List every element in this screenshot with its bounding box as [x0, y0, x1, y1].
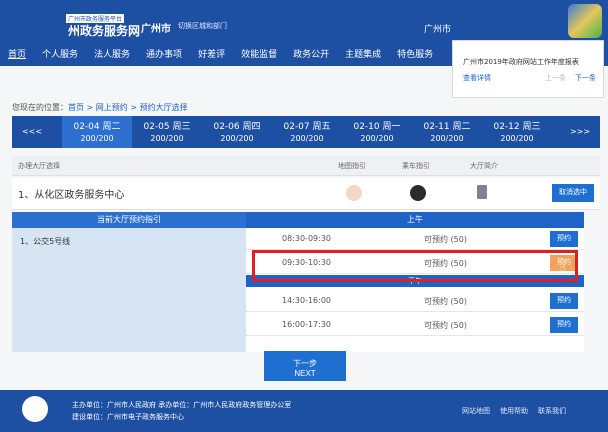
hall-name: 1、从化区政务服务中心 [18, 190, 125, 201]
date-cell[interactable]: 02-10 周一 200/200 [342, 116, 412, 148]
date-label: 02-12 周三 [493, 122, 541, 132]
slot-availability: 可预约 (50) [424, 321, 467, 330]
nav-item-public[interactable]: 政务公开 [285, 44, 337, 66]
breadcrumb-prefix: 您现在的位置： [12, 103, 68, 112]
date-cell[interactable]: 02-07 周五 200/200 [272, 116, 342, 148]
footer-sponsor: 主办单位：广州市人民政府 承办单位：广州市人民政府政务管理办公室 [72, 401, 292, 409]
footer-link-contact[interactable]: 联系我们 [538, 406, 566, 416]
bus-icon[interactable] [410, 185, 426, 201]
date-label: 02-05 周三 [143, 122, 191, 132]
header-intro: 大厅简介 [470, 162, 498, 170]
next-label-cn: 下一步 [293, 358, 317, 368]
book-button[interactable]: 预约 [550, 293, 578, 309]
footer-logo [22, 396, 48, 422]
nav-item-home[interactable]: 首页 [0, 44, 34, 66]
date-label: 02-06 周四 [213, 122, 261, 132]
date-prev-button[interactable]: <<< [12, 116, 52, 148]
nav-item-personal[interactable]: 个人服务 [34, 44, 86, 66]
slot-availability: 可预约 (50) [424, 297, 467, 306]
nav-item-special[interactable]: 特色服务 [389, 44, 441, 66]
page: 广州市政务服务平台 州政务服务网 广州市 切换区城和部门 广州市 首页 个人服务… [0, 0, 608, 432]
guide-title: 当前大厅预约指引 [12, 212, 246, 228]
footer-link-sitemap[interactable]: 网站地图 [462, 406, 490, 416]
date-count: 200/200 [360, 134, 394, 143]
date-cell[interactable]: 02-05 周三 200/200 [132, 116, 202, 148]
nav-item-corporate[interactable]: 法人服务 [86, 44, 138, 66]
popup-detail-link[interactable]: 查看详情 [463, 73, 491, 83]
date-next-button[interactable]: >>> [560, 116, 600, 148]
switch-region-link[interactable]: 切换区城和部门 [178, 21, 227, 31]
avatar[interactable] [568, 4, 602, 38]
header-hall: 办理大厅选择 [18, 162, 60, 170]
nav-item-supervision[interactable]: 效能监督 [233, 44, 285, 66]
date-selector: <<< 02-04 周二 200/200 02-05 周三 200/200 02… [12, 116, 600, 148]
header-map: 地图指引 [338, 162, 366, 170]
book-button[interactable]: 预约 [550, 317, 578, 333]
date-count: 200/200 [500, 134, 534, 143]
date-label: 02-11 周二 [423, 122, 471, 132]
nav-item-general[interactable]: 通办事项 [138, 44, 190, 66]
date-count: 200/200 [430, 134, 464, 143]
footer-links: 网站地图 使用帮助 联系我们 [462, 406, 566, 416]
next-label-en: NEXT [294, 368, 316, 378]
date-count: 200/200 [220, 134, 254, 143]
date-count: 200/200 [150, 134, 184, 143]
hall-table-header: 办理大厅选择 地图指引 乘车指引 大厅简介 [12, 156, 600, 176]
footer-link-help[interactable]: 使用帮助 [500, 406, 528, 416]
slot-time: 14:30-16:00 [282, 296, 331, 305]
date-count: 200/200 [80, 134, 114, 143]
hall-guide-panel: 当前大厅预约指引 1、公交5号线 [12, 212, 246, 352]
slot-time: 08:30-09:30 [282, 234, 331, 243]
date-cell[interactable]: 02-06 周四 200/200 [202, 116, 272, 148]
time-slot-panel: 上午 08:30-09:30 可预约 (50) 预约 09:30-10:30 可… [246, 212, 584, 352]
time-slot-row: 16:00-17:30 可预约 (50) 预约 [246, 314, 584, 336]
date-label: 02-10 周一 [353, 122, 401, 132]
breadcrumb: 您现在的位置：首页 > 网上预约 > 预约大厅选择 [12, 102, 188, 113]
breadcrumb-path[interactable]: 首页 > 网上预约 > 预约大厅选择 [68, 103, 188, 112]
date-cell[interactable]: 02-12 周三 200/200 [482, 116, 552, 148]
map-pin-icon[interactable] [346, 185, 362, 201]
morning-label: 上午 [246, 212, 584, 228]
time-slot-row: 08:30-09:30 可预约 (50) 预约 [246, 228, 584, 250]
city-label-right: 广州市 [424, 25, 452, 35]
highlight-box [252, 250, 578, 282]
slot-time: 16:00-17:30 [282, 320, 331, 329]
document-icon[interactable] [477, 185, 487, 199]
next-step-button[interactable]: 下一步 NEXT [264, 351, 346, 381]
time-slot-row: 14:30-16:00 可预约 (50) 预约 [246, 290, 584, 312]
popup-next-link[interactable]: 下一条 [575, 73, 596, 83]
popup-prev-link[interactable]: 上一条 [545, 73, 566, 83]
cancel-selection-button[interactable]: 取消选中 [552, 184, 594, 202]
date-cell[interactable]: 02-04 周二 200/200 [62, 116, 132, 148]
hall-row[interactable]: 1、从化区政务服务中心 取消选中 [12, 178, 600, 210]
logo-title: 州政务服务网 [68, 24, 141, 38]
report-popup: 广州市2019年政府网站工作年度报表 查看详情 上一条 下一条 [452, 40, 604, 98]
nav-item-topics[interactable]: 主题集成 [337, 44, 389, 66]
nav-item-rating[interactable]: 好差评 [190, 44, 233, 66]
main-nav: 首页 个人服务 法人服务 通办事项 好差评 效能监督 政务公开 主题集成 特色服… [0, 44, 450, 66]
date-label: 02-07 周五 [283, 122, 331, 132]
popup-title: 广州市2019年政府网站工作年度报表 [463, 58, 579, 66]
guide-item: 1、公交5号线 [20, 237, 71, 246]
header-bus: 乘车指引 [402, 162, 430, 170]
date-cell[interactable]: 02-11 周二 200/200 [412, 116, 482, 148]
slot-availability: 可预约 (50) [424, 235, 467, 244]
footer-builder: 建设单位：广州市电子政务服务中心 [72, 413, 184, 421]
date-label: 02-04 周二 [73, 122, 121, 132]
site-footer: 主办单位：广州市人民政府 承办单位：广州市人民政府政务管理办公室 建设单位：广州… [0, 390, 608, 432]
book-button[interactable]: 预约 [550, 231, 578, 247]
current-city: 广州市 [141, 24, 171, 35]
date-count: 200/200 [290, 134, 324, 143]
site-logo[interactable]: 广州市政务服务平台 州政务服务网 [46, 14, 140, 38]
